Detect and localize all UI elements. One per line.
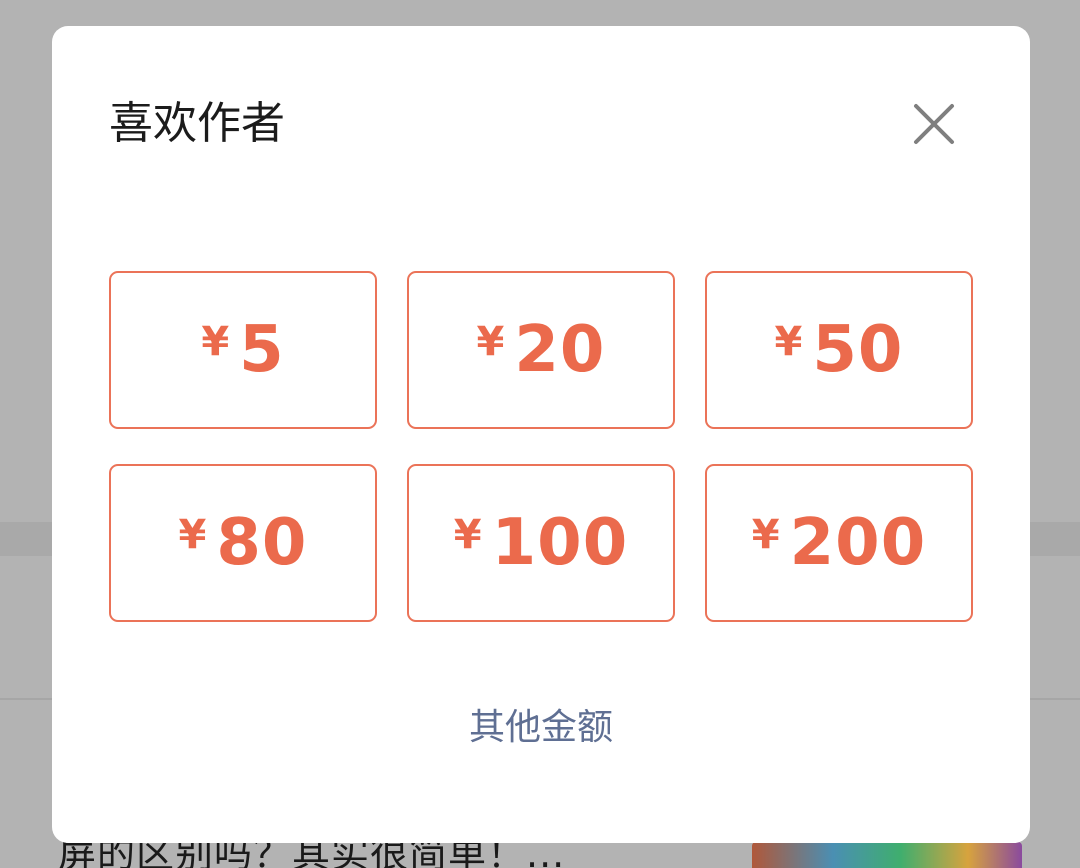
amount-option-80[interactable]: ¥ 80 — [109, 464, 377, 622]
amount-value: 20 — [514, 313, 606, 387]
dialog-title: 喜欢作者 — [109, 98, 285, 149]
currency-symbol: ¥ — [453, 512, 482, 558]
amount-option-5[interactable]: ¥ 5 — [109, 271, 377, 429]
amount-value: 50 — [812, 313, 904, 387]
other-amount-link[interactable]: 其他金额 — [52, 702, 1030, 754]
close-button[interactable] — [908, 98, 960, 150]
background-article-thumbnail — [752, 842, 1022, 868]
tip-author-dialog: 喜欢作者 ¥ 5 ¥ 20 ¥ 50 ¥ 80 ¥ 100 ¥ 200 其他金额 — [52, 26, 1030, 843]
amount-option-50[interactable]: ¥ 50 — [705, 271, 973, 429]
currency-symbol: ¥ — [178, 512, 207, 558]
amount-value: 200 — [789, 506, 927, 580]
currency-symbol: ¥ — [751, 512, 780, 558]
currency-symbol: ¥ — [774, 319, 803, 365]
amount-value: 100 — [491, 506, 629, 580]
amount-option-20[interactable]: ¥ 20 — [407, 271, 675, 429]
amount-option-200[interactable]: ¥ 200 — [705, 464, 973, 622]
currency-symbol: ¥ — [476, 319, 505, 365]
amount-option-100[interactable]: ¥ 100 — [407, 464, 675, 622]
close-icon — [914, 104, 954, 144]
currency-symbol: ¥ — [201, 319, 230, 365]
amount-value: 80 — [216, 506, 308, 580]
amount-value: 5 — [239, 313, 285, 387]
